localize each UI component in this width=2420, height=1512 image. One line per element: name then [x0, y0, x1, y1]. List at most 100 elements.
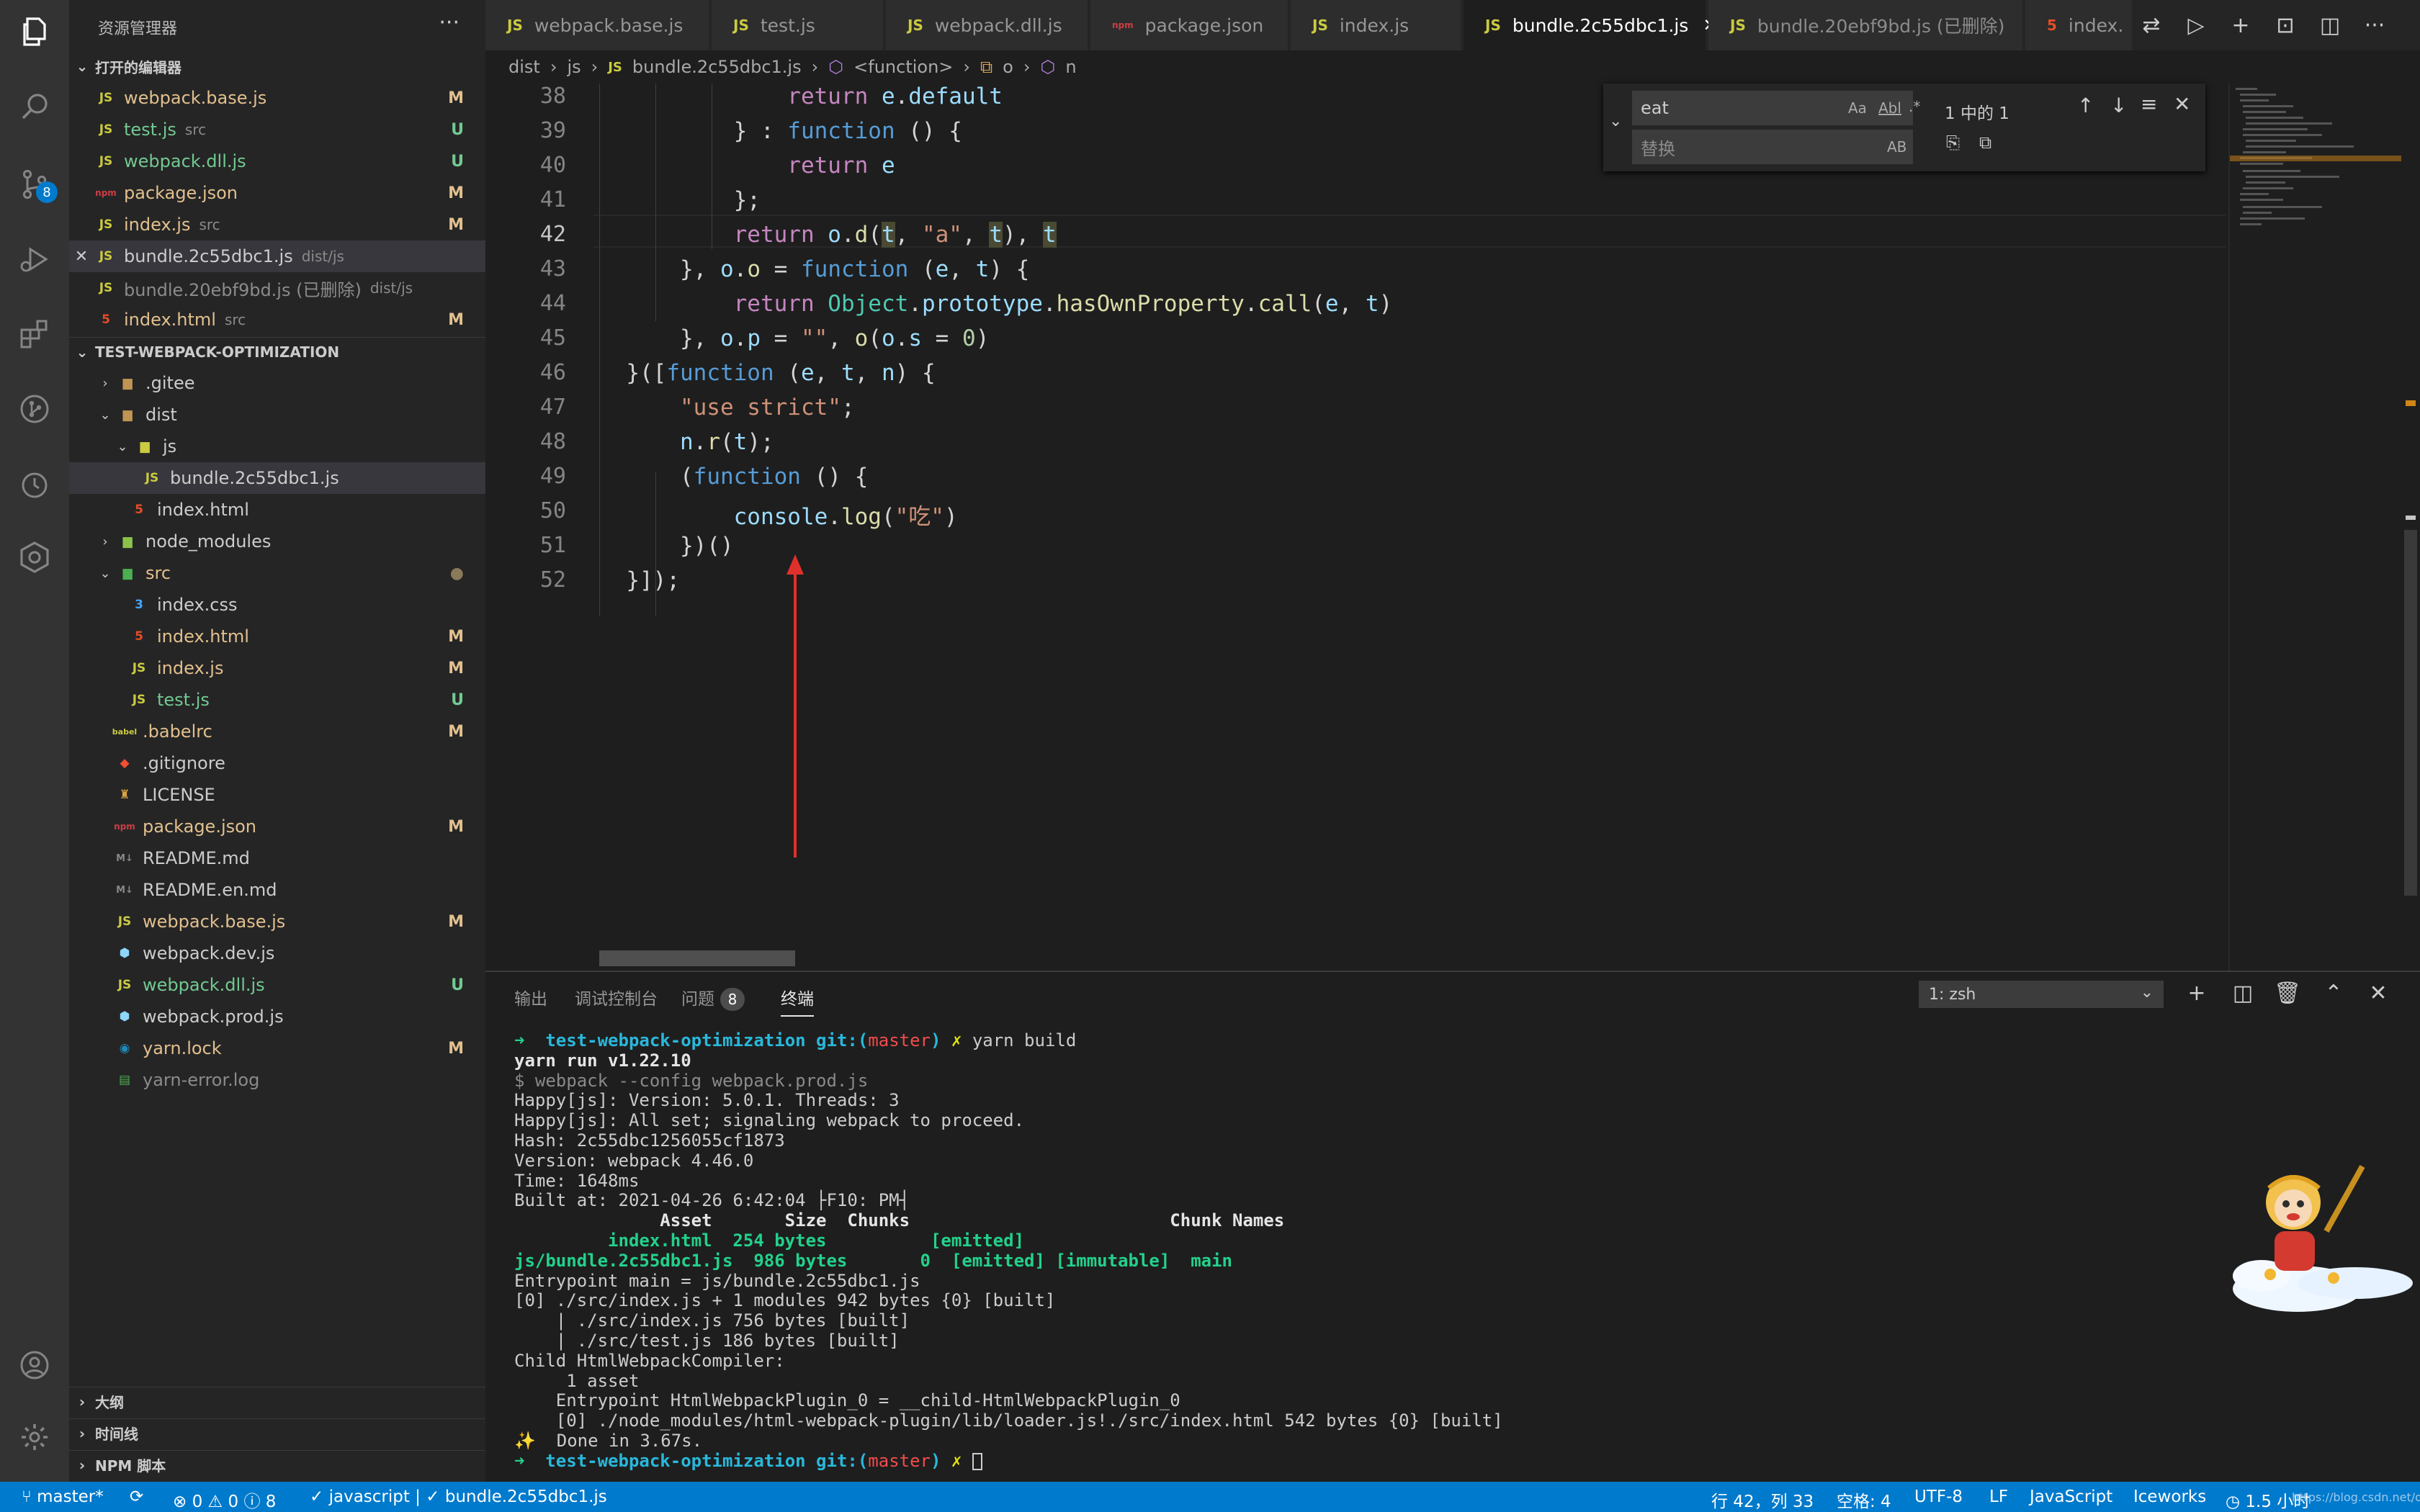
- tab-bundle-active[interactable]: JS bundle.2c55dbc1.js ✕: [1464, 0, 1717, 50]
- tree-file[interactable]: JS webpack.base.js M: [69, 906, 485, 937]
- tree-file[interactable]: 3 index.css: [69, 589, 485, 621]
- tree-file[interactable]: 5 index.html: [69, 494, 485, 526]
- tree-folder[interactable]: ⌄ ▆ dist: [69, 399, 485, 431]
- tree-folder[interactable]: ⌄ ▆ src ●: [69, 557, 485, 589]
- replace-all-icon[interactable]: ⧉: [1979, 132, 1991, 153]
- next-match-icon[interactable]: ↓: [2110, 94, 2127, 117]
- find-in-selection-icon[interactable]: ≡: [2141, 92, 2157, 116]
- match-word-toggle[interactable]: Abl: [1878, 99, 1901, 117]
- more-actions-icon[interactable]: ···: [439, 10, 460, 35]
- close-icon[interactable]: ✕: [69, 248, 94, 266]
- breadcrumb-item[interactable]: bundle.2c55dbc1.js: [632, 57, 802, 77]
- tree-file[interactable]: M↓ README.en.md: [69, 874, 485, 906]
- git-graph-icon[interactable]: [17, 392, 52, 426]
- open-editor-item[interactable]: JS bundle.20ebf9bd.js (已删除) dist/js: [69, 272, 485, 304]
- tree-file[interactable]: JS webpack.dll.js U: [69, 969, 485, 1001]
- project-header[interactable]: ⌄ TEST-WEBPACK-OPTIMIZATION: [69, 337, 485, 366]
- close-find-icon[interactable]: ✕: [2174, 92, 2190, 116]
- tree-file[interactable]: babel .babelrc M: [69, 716, 485, 747]
- horizontal-scrollbar[interactable]: [599, 950, 795, 966]
- toggle-replace-icon[interactable]: ⌄: [1609, 112, 1622, 130]
- open-changes-icon[interactable]: ⊡: [2269, 10, 2302, 40]
- extensions-icon[interactable]: [17, 317, 52, 351]
- open-editor-item[interactable]: JS index.js src M: [69, 209, 485, 240]
- preserve-case-toggle[interactable]: AB: [1887, 138, 1906, 156]
- tab-index-js[interactable]: JS index.js: [1291, 0, 1462, 50]
- tree-folder[interactable]: › ▆ node_modules: [69, 526, 485, 557]
- add-icon[interactable]: +: [2224, 10, 2257, 40]
- vertical-scrollbar[interactable]: [2401, 84, 2420, 971]
- npm-scripts-header[interactable]: › NPM 脚本: [69, 1450, 485, 1479]
- open-editor-item[interactable]: 5 index.html src M: [69, 304, 485, 336]
- encoding-status[interactable]: UTF-8: [1914, 1488, 1963, 1506]
- tree-file[interactable]: M↓ README.md: [69, 842, 485, 874]
- tree-file-selected[interactable]: JS bundle.2c55dbc1.js: [69, 462, 485, 494]
- tree-file[interactable]: ♜ LICENSE: [69, 779, 485, 811]
- tab-webpack-base[interactable]: JS webpack.base.js: [485, 0, 710, 50]
- trash-icon[interactable]: 🗑: [2273, 981, 2302, 1006]
- account-icon[interactable]: [17, 1348, 52, 1382]
- breadcrumb-item[interactable]: dist: [508, 57, 540, 77]
- open-editors-header[interactable]: ⌄ 打开的编辑器: [69, 52, 485, 81]
- tree-file[interactable]: ▤ yarn-error.log: [69, 1064, 485, 1096]
- explorer-icon[interactable]: [17, 14, 52, 49]
- run-icon[interactable]: ▷: [2179, 10, 2213, 40]
- tree-file[interactable]: 5 index.html M: [69, 621, 485, 652]
- maximize-panel-icon[interactable]: ⌃: [2319, 981, 2348, 1006]
- breadcrumb-item[interactable]: js: [567, 57, 581, 77]
- indentation-status[interactable]: 空格: 4: [1837, 1488, 1891, 1512]
- tab-package-json[interactable]: npm package.json: [1090, 0, 1289, 50]
- tab-webpack-dll[interactable]: JS webpack.dll.js: [886, 0, 1089, 50]
- search-icon[interactable]: [17, 89, 52, 124]
- settings-gear-icon[interactable]: [17, 1420, 52, 1454]
- tab-test-js[interactable]: JS test.js: [712, 0, 884, 50]
- eslint-status[interactable]: ✓ javascript | ✓ bundle.2c55dbc1.js: [310, 1488, 607, 1506]
- tree-file[interactable]: ◉ yarn.lock M: [69, 1032, 485, 1064]
- tree-file[interactable]: ⬢ webpack.dev.js: [69, 937, 485, 969]
- branch-status[interactable]: ⑂ master*: [22, 1488, 104, 1506]
- more-actions-icon[interactable]: ···: [2358, 10, 2391, 40]
- tree-folder[interactable]: ⌄ ▆ js: [69, 431, 485, 462]
- iceworks-icon[interactable]: [17, 540, 52, 575]
- outline-header[interactable]: › 大纲: [69, 1387, 485, 1416]
- replace-input[interactable]: 替换: [1632, 130, 1913, 164]
- previous-match-icon[interactable]: ↑: [2077, 94, 2094, 117]
- compare-changes-icon[interactable]: ⇄: [2135, 10, 2168, 40]
- terminal-select[interactable]: 1: zsh ⌄: [1919, 981, 2164, 1008]
- breadcrumb-item[interactable]: o: [1003, 57, 1013, 77]
- tree-file[interactable]: JS index.js M: [69, 652, 485, 684]
- minimap-slider[interactable]: [2230, 156, 2403, 161]
- tab-debug-console[interactable]: 调试控制台: [575, 985, 658, 1009]
- tab-terminal[interactable]: 终端: [781, 985, 814, 1017]
- replace-icon[interactable]: ⎘: [1946, 132, 1960, 153]
- open-editor-item[interactable]: JS webpack.dll.js U: [69, 145, 485, 177]
- tree-file[interactable]: JS test.js U: [69, 684, 485, 716]
- run-debug-icon[interactable]: [17, 242, 52, 276]
- match-case-toggle[interactable]: Aa: [1848, 99, 1867, 117]
- tab-output[interactable]: 输出: [514, 985, 547, 1009]
- cursor-position[interactable]: 行 42，列 33: [1711, 1488, 1814, 1512]
- open-editor-item-active[interactable]: ✕ JS bundle.2c55dbc1.js dist/js: [69, 240, 485, 272]
- new-terminal-icon[interactable]: +: [2182, 981, 2211, 1006]
- tree-file[interactable]: ⬢ webpack.prod.js: [69, 1001, 485, 1032]
- language-mode[interactable]: JavaScript: [2030, 1488, 2112, 1506]
- code-editor[interactable]: 38 39 40 41 42 43 44 45 46 47 48 49 50 5…: [485, 84, 2228, 971]
- terminal-output[interactable]: ➜ test-webpack-optimization git:(master)…: [514, 1030, 2243, 1472]
- problems-status[interactable]: ⊗ 0 ⚠ 0 ⓘ 8: [173, 1488, 276, 1512]
- open-editor-item[interactable]: JS webpack.base.js M: [69, 82, 485, 114]
- find-input[interactable]: eat: [1632, 91, 1913, 125]
- timeline-clock-icon[interactable]: [17, 467, 52, 501]
- open-editor-item[interactable]: npm package.json M: [69, 177, 485, 209]
- tab-bundle-deleted[interactable]: JS bundle.20ebf9bd.js (已删除): [1708, 0, 2024, 50]
- regex-toggle[interactable]: .*: [1909, 98, 1920, 115]
- split-terminal-icon[interactable]: ◫: [2228, 981, 2257, 1006]
- minimap[interactable]: [2228, 84, 2403, 971]
- eol-status[interactable]: LF: [1989, 1488, 2008, 1506]
- tree-file[interactable]: npm package.json M: [69, 811, 485, 842]
- tree-file[interactable]: ◆ .gitignore: [69, 747, 485, 779]
- close-panel-icon[interactable]: ✕: [2364, 981, 2393, 1006]
- open-editor-item[interactable]: JS test.js src U: [69, 114, 485, 145]
- sync-icon[interactable]: ⟳: [130, 1488, 143, 1506]
- tab-index-html[interactable]: 5 index.: [2025, 0, 2133, 50]
- iceworks-status[interactable]: Iceworks: [2133, 1488, 2206, 1506]
